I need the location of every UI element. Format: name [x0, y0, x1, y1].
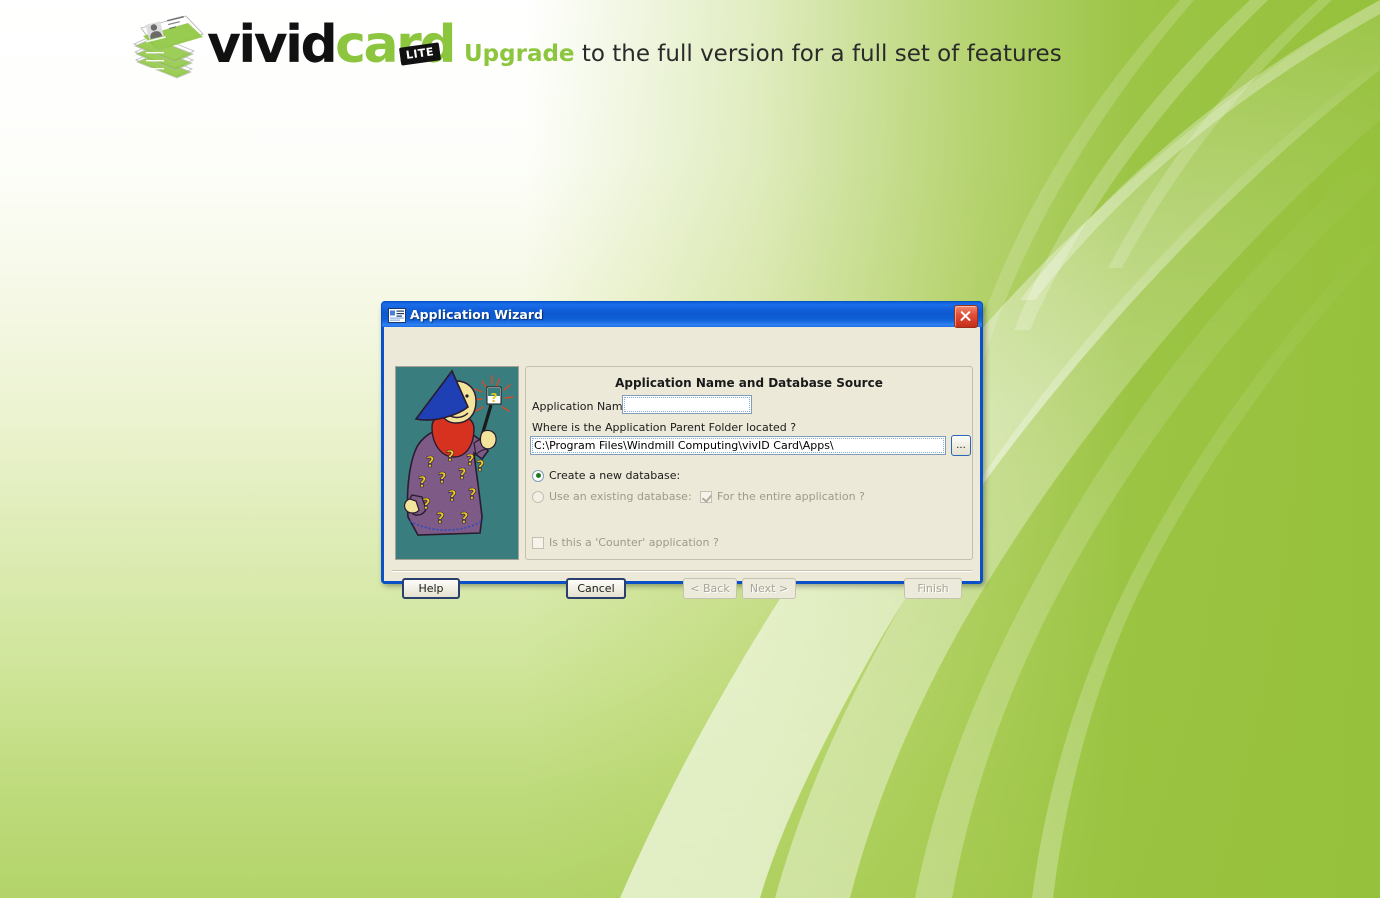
vividcard-logo: [130, 14, 208, 82]
svg-text:?: ?: [458, 465, 467, 483]
tagline-upgrade-word: Upgrade: [464, 41, 575, 67]
upgrade-tagline: Upgrade to the full version for a full s…: [464, 41, 1062, 67]
id-card-stack-icon: [132, 15, 204, 79]
header-banner: vivid card LITE Upgrade to the full versi…: [0, 0, 1380, 105]
checkbox-counter-application-label: Is this a 'Counter' application ?: [549, 536, 719, 549]
svg-text:?: ?: [491, 391, 498, 405]
wordmark-vivid: vivid: [207, 15, 338, 75]
footer-divider: [392, 570, 972, 572]
desktop-background: vivid card LITE Upgrade to the full versi…: [0, 0, 1380, 898]
radio-create-new-database-label: Create a new database:: [549, 469, 681, 482]
wizard-illustration: ? ? ? ? ? ? ? ? ? ? ? ? ?: [395, 366, 519, 560]
checkbox-for-entire-application[interactable]: For the entire application ?: [700, 490, 865, 503]
help-button[interactable]: Help: [402, 578, 460, 599]
application-name-input[interactable]: [622, 395, 752, 414]
svg-text:?: ?: [476, 457, 485, 475]
window-title: Application Wizard: [410, 307, 543, 322]
svg-text:?: ?: [426, 453, 435, 471]
close-icon[interactable]: [954, 305, 978, 328]
back-button: < Back: [683, 578, 737, 599]
checkbox-for-entire-application-indicator[interactable]: [700, 490, 712, 503]
application-card-icon: [388, 308, 406, 323]
tagline-rest: to the full version for a full set of fe…: [574, 41, 1062, 67]
checkbox-counter-application-indicator[interactable]: [532, 536, 544, 549]
application-settings-groupbox: Application Name and Database Source App…: [525, 366, 973, 560]
radio-use-existing-database[interactable]: Use an existing database:: [532, 490, 692, 503]
svg-text:?: ?: [448, 487, 457, 505]
svg-text:?: ?: [438, 469, 447, 487]
svg-text:?: ?: [460, 509, 469, 527]
finish-button: Finish: [904, 578, 962, 599]
browse-folder-button[interactable]: ...: [951, 435, 971, 456]
svg-text:?: ?: [466, 451, 475, 469]
parent-folder-label: Where is the Application Parent Folder l…: [532, 421, 797, 434]
cancel-button[interactable]: Cancel: [566, 578, 626, 599]
svg-text:?: ?: [418, 473, 427, 491]
radio-use-existing-database-label: Use an existing database:: [549, 490, 692, 503]
checkbox-for-entire-application-label: For the entire application ?: [717, 490, 865, 503]
svg-text:?: ?: [422, 495, 431, 513]
radio-use-existing-database-indicator[interactable]: [532, 490, 544, 503]
svg-text:?: ?: [446, 447, 455, 465]
application-wizard-window: Application Wizard ? ? ? ? ? ? ? ? ? ? ?…: [381, 301, 983, 599]
svg-text:?: ?: [436, 509, 445, 527]
parent-folder-input[interactable]: C:\Program Files\Windmill Computing\vivI…: [530, 436, 946, 455]
checkbox-counter-application[interactable]: Is this a 'Counter' application ?: [532, 536, 719, 549]
radio-create-new-database[interactable]: Create a new database:: [532, 469, 680, 482]
groupbox-title: Application Name and Database Source: [615, 376, 883, 390]
svg-text:?: ?: [468, 485, 477, 503]
dialog-body: ? ? ? ? ? ? ? ? ? ? ? ? ? Application Na…: [384, 327, 980, 599]
radio-create-new-database-indicator[interactable]: [532, 469, 544, 482]
application-name-label: Application Name:: [532, 400, 634, 413]
next-button: Next >: [742, 578, 796, 599]
